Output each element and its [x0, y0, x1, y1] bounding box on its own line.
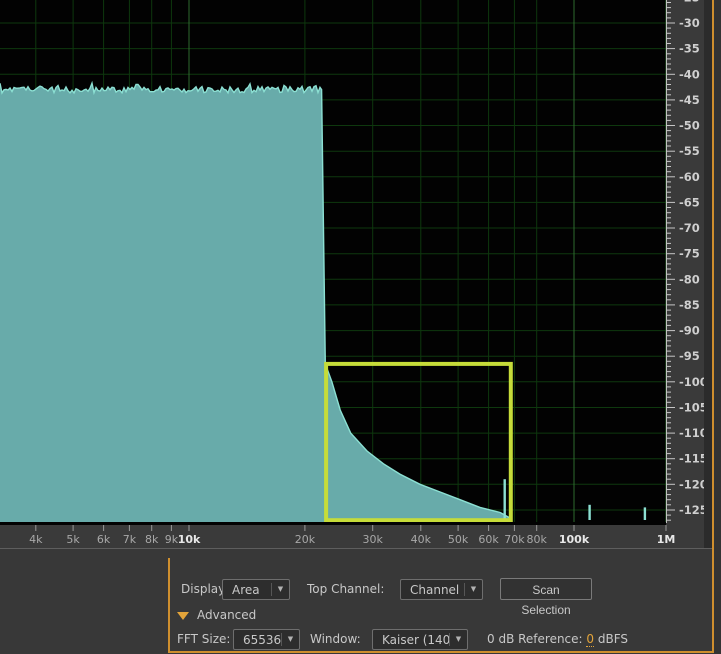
svg-text:-60: -60: [679, 170, 700, 184]
svg-text:-65: -65: [679, 195, 700, 209]
spectrum-spike: [588, 505, 590, 520]
window-label: Window:: [310, 628, 361, 650]
display-select-value: Area: [223, 583, 271, 597]
svg-text:100k: 100k: [559, 533, 590, 546]
svg-text:-55: -55: [679, 144, 700, 158]
db-reference-unit: dBFS: [598, 632, 628, 646]
svg-text:-85: -85: [679, 298, 700, 312]
svg-text:8k: 8k: [145, 533, 159, 546]
spectrum-area: [0, 83, 510, 522]
svg-text:-80: -80: [679, 272, 700, 286]
spectrum-plot-canvas[interactable]: [0, 0, 666, 522]
chevron-down-icon: ▼: [282, 630, 299, 649]
db-ruler-canvas: -25 -30 -35 -40 -45 -50 -55 -60 -65 -70 -75 -80 -85 -…: [666, 0, 704, 525]
svg-text:80k: 80k: [527, 533, 548, 546]
frequency-analysis-panel: -25 -30 -35 -40 -45 -50 -55 -60 -65 -70 -75 -80 -85 -…: [0, 0, 721, 654]
svg-text:-25: -25: [679, 0, 700, 4]
svg-text:6k: 6k: [97, 533, 111, 546]
svg-text:-105: -105: [679, 401, 704, 415]
svg-text:40k: 40k: [411, 533, 432, 546]
fft-size-select[interactable]: 65536 ▼: [233, 629, 300, 650]
chevron-down-icon: ▼: [450, 630, 467, 649]
panel-focus-border-left: [168, 558, 170, 652]
db-reference-group: 0 dB Reference: 0 dBFS: [487, 628, 628, 650]
svg-text:-45: -45: [679, 93, 700, 107]
window-select[interactable]: Kaiser (140 dB) ▼: [372, 629, 468, 650]
spectrum-spike: [504, 479, 506, 520]
panel-focus-border-bottom: [168, 651, 714, 653]
svg-text:-110: -110: [679, 426, 704, 440]
db-reference-label: 0 dB Reference:: [487, 632, 583, 646]
svg-text:60k: 60k: [478, 533, 499, 546]
chevron-down-icon: ▼: [465, 580, 482, 599]
advanced-disclosure-triangle-icon[interactable]: [177, 612, 189, 620]
spectrum-plot[interactable]: [0, 0, 666, 525]
fft-size-label: FFT Size:: [177, 628, 230, 650]
svg-text:-90: -90: [679, 324, 700, 338]
scan-selection-button[interactable]: Scan Selection: [500, 578, 592, 600]
svg-text:-70: -70: [679, 221, 700, 235]
svg-text:-120: -120: [679, 477, 704, 491]
svg-text:10k: 10k: [178, 533, 201, 546]
fft-size-select-value: 65536: [234, 633, 281, 647]
svg-text:-100: -100: [679, 375, 704, 389]
controls-row-1: Display: Area ▼ Top Channel: Channel 1 ▼…: [0, 578, 721, 600]
svg-text:1M: 1M: [657, 533, 676, 546]
controls-row-advanced: Advanced: [0, 607, 721, 623]
svg-text:-50: -50: [679, 119, 700, 133]
top-channel-select[interactable]: Channel 1 ▼: [400, 579, 483, 600]
db-reference-value[interactable]: 0: [586, 632, 594, 647]
top-channel-select-value: Channel 1: [401, 583, 464, 597]
svg-text:-125: -125: [679, 503, 704, 517]
svg-text:5k: 5k: [66, 533, 80, 546]
svg-text:-115: -115: [679, 452, 704, 466]
chevron-down-icon: ▼: [272, 580, 289, 599]
frequency-ruler-canvas: 4k 5k 6k 7k 8k 9k10k 20k 30k 40k 50k 60k 70k80k 100k…: [0, 525, 704, 548]
svg-text:20k: 20k: [295, 533, 316, 546]
svg-text:-30: -30: [679, 16, 700, 30]
window-select-value: Kaiser (140 dB): [373, 633, 449, 647]
svg-text:-35: -35: [679, 42, 700, 56]
controls-panel: Display: Area ▼ Top Channel: Channel 1 ▼…: [0, 549, 721, 654]
svg-text:70k: 70k: [504, 533, 525, 546]
frequency-ruler[interactable]: 4k 5k 6k 7k 8k 9k10k 20k 30k 40k 50k 60k 70k80k 100k…: [0, 525, 704, 548]
svg-text:7k: 7k: [123, 533, 137, 546]
controls-row-2: FFT Size: 65536 ▼ Window: Kaiser (140 dB…: [0, 628, 721, 650]
spectrum-spike: [644, 507, 646, 520]
svg-text:4k: 4k: [29, 533, 43, 546]
advanced-label[interactable]: Advanced: [197, 607, 256, 623]
display-select[interactable]: Area ▼: [222, 579, 290, 600]
top-channel-label: Top Channel:: [307, 578, 384, 600]
svg-text:50k: 50k: [448, 533, 469, 546]
db-ruler[interactable]: -25 -30 -35 -40 -45 -50 -55 -60 -65 -70 -75 -80 -85 -…: [666, 0, 704, 525]
svg-text:-75: -75: [679, 247, 700, 261]
svg-text:30k: 30k: [363, 533, 384, 546]
app-background-edge: [714, 0, 721, 654]
svg-text:-95: -95: [679, 349, 700, 363]
svg-text:9k: 9k: [165, 533, 179, 546]
svg-text:-40: -40: [679, 67, 700, 81]
